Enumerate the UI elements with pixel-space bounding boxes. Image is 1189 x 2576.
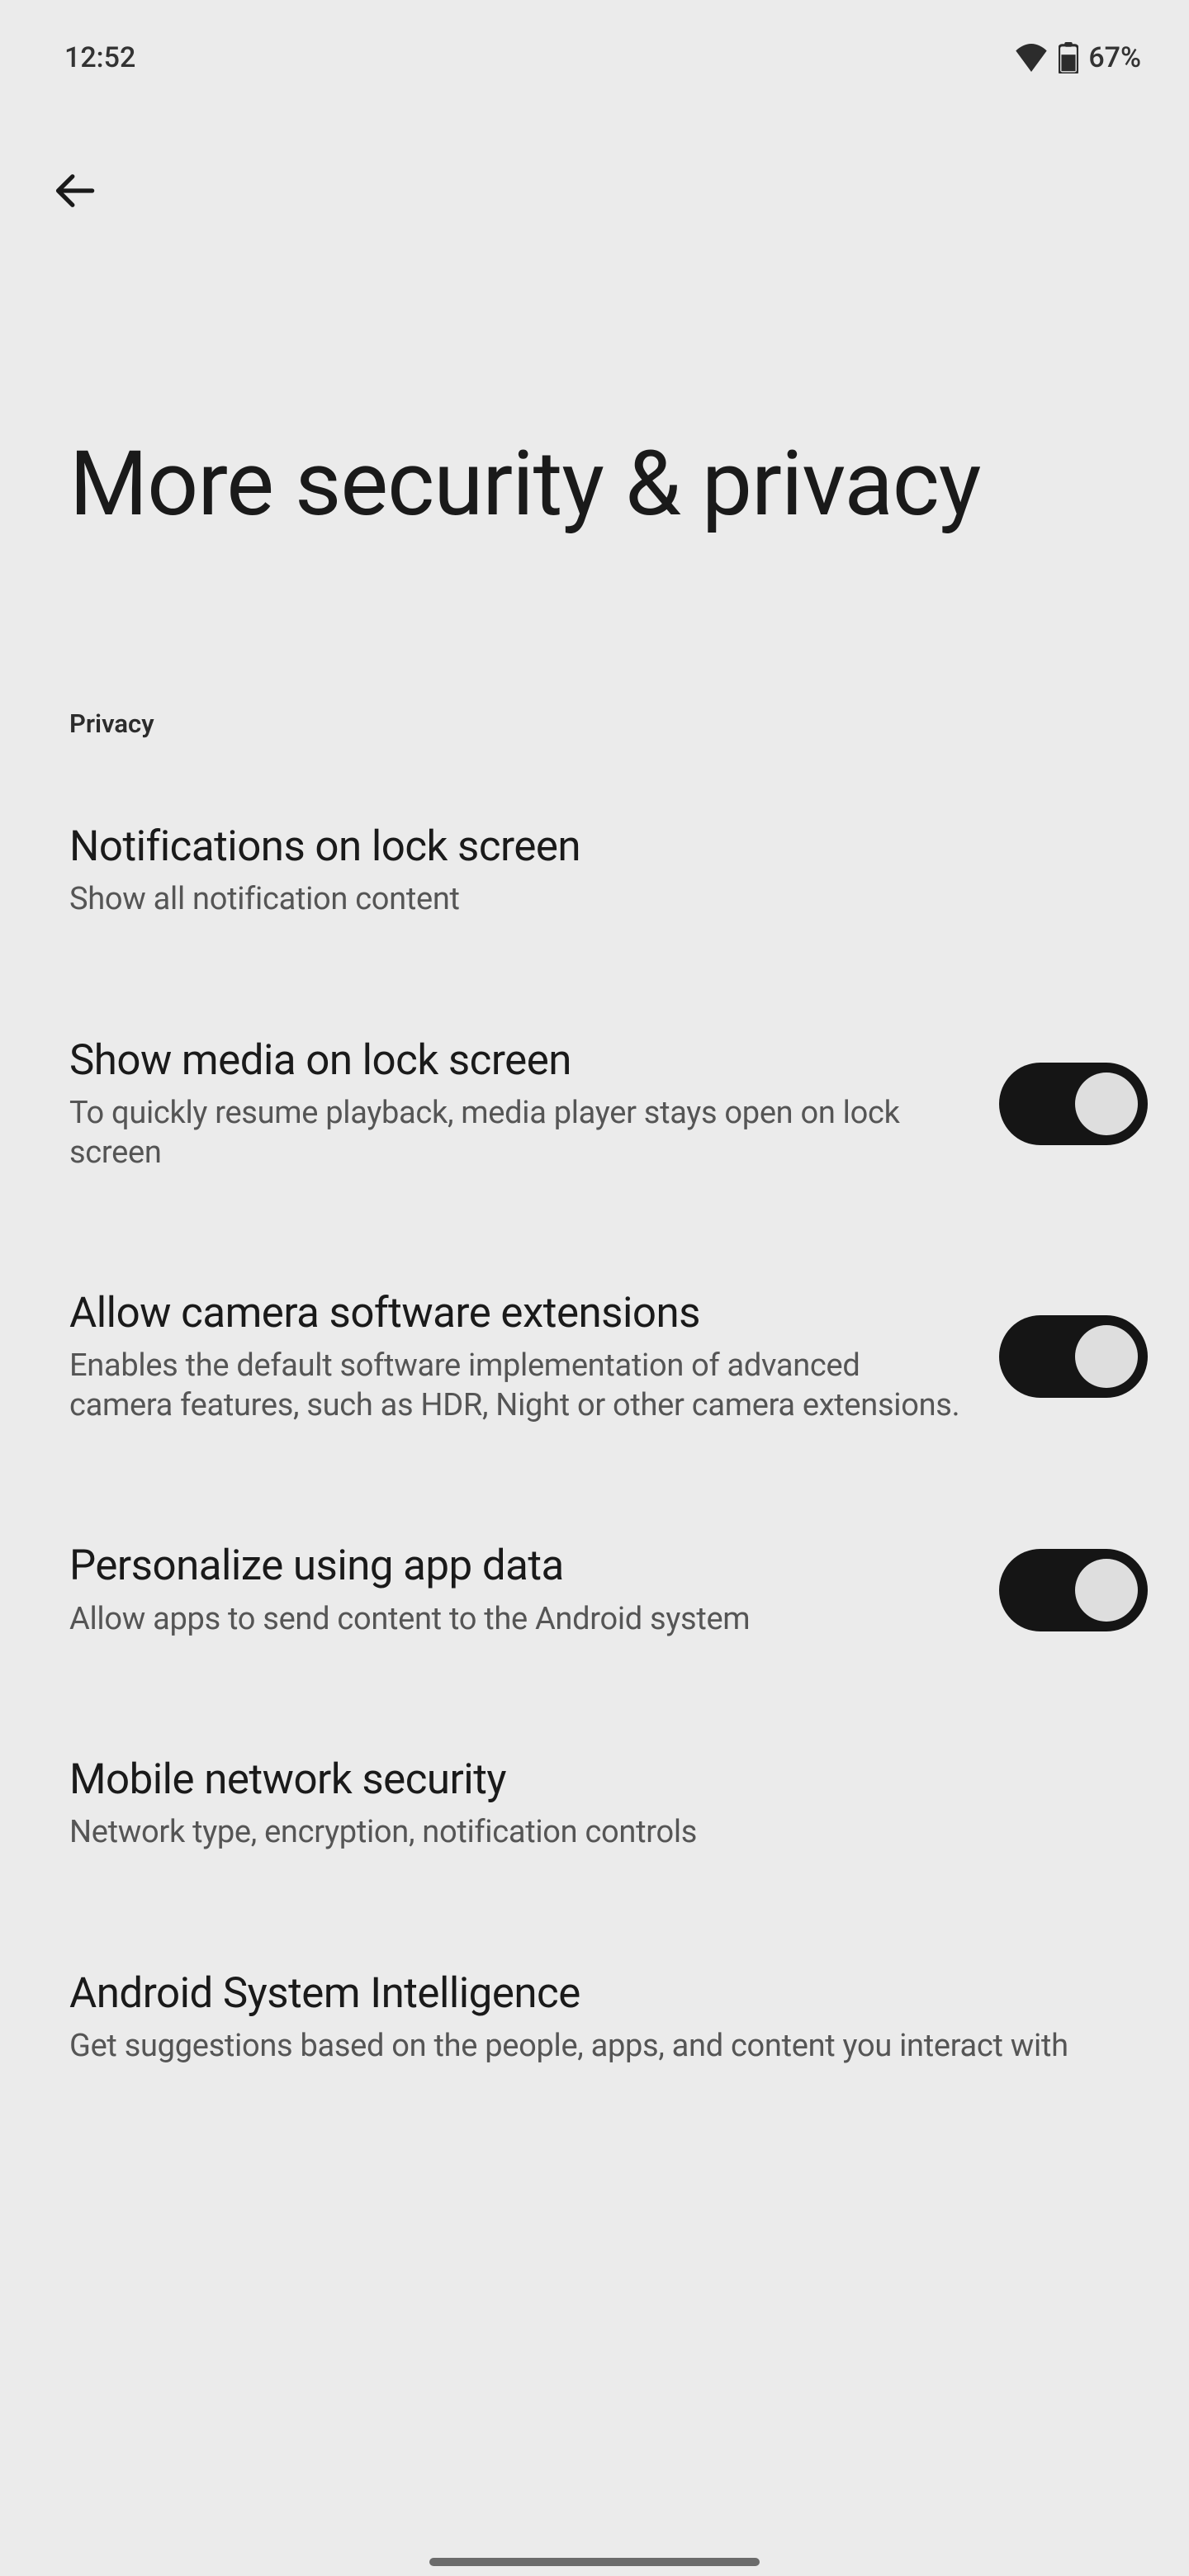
wifi-icon [1014, 44, 1049, 72]
item-notifications-on-lock-screen[interactable]: Notifications on lock screen Show all no… [0, 739, 1189, 920]
battery-icon [1059, 42, 1078, 73]
page-title: More security & privacy [0, 218, 1189, 535]
status-bar: 12:52 67% [0, 0, 1189, 91]
item-mobile-network-security[interactable]: Mobile network security Network type, en… [0, 1639, 1189, 1853]
item-subtitle: To quickly resume playback, media player… [69, 1094, 966, 1172]
item-title: Android System Intelligence [69, 1968, 1148, 2019]
toggle-camera-extensions[interactable] [999, 1315, 1148, 1398]
item-title: Allow camera software extensions [69, 1288, 966, 1338]
item-camera-software-extensions[interactable]: Allow camera software extensions Enables… [0, 1172, 1189, 1425]
item-personalize-app-data[interactable]: Personalize using app data Allow apps to… [0, 1425, 1189, 1639]
item-show-media-on-lock-screen[interactable]: Show media on lock screen To quickly res… [0, 920, 1189, 1172]
item-android-system-intelligence[interactable]: Android System Intelligence Get suggesti… [0, 1853, 1189, 2067]
item-subtitle: Show all notification content [69, 880, 1148, 920]
toggle-personalize[interactable] [999, 1549, 1148, 1631]
item-title: Notifications on lock screen [69, 822, 1148, 872]
item-title: Show media on lock screen [69, 1035, 966, 1086]
arrow-left-icon [53, 169, 96, 215]
back-button[interactable] [48, 165, 101, 218]
status-right: 67% [1014, 41, 1141, 74]
toggle-show-media[interactable] [999, 1063, 1148, 1145]
status-time: 12:52 [64, 41, 135, 74]
item-subtitle: Allow apps to send content to the Androi… [69, 1600, 966, 1640]
item-subtitle: Network type, encryption, notification c… [69, 1813, 1148, 1853]
item-title: Mobile network security [69, 1754, 1148, 1805]
section-header-privacy: Privacy [0, 535, 1189, 739]
gesture-nav-handle[interactable] [429, 2558, 760, 2566]
item-title: Personalize using app data [69, 1541, 966, 1591]
item-subtitle: Get suggestions based on the people, app… [69, 2027, 1148, 2067]
item-subtitle: Enables the default software implementat… [69, 1347, 966, 1425]
battery-percent: 67% [1088, 41, 1141, 74]
